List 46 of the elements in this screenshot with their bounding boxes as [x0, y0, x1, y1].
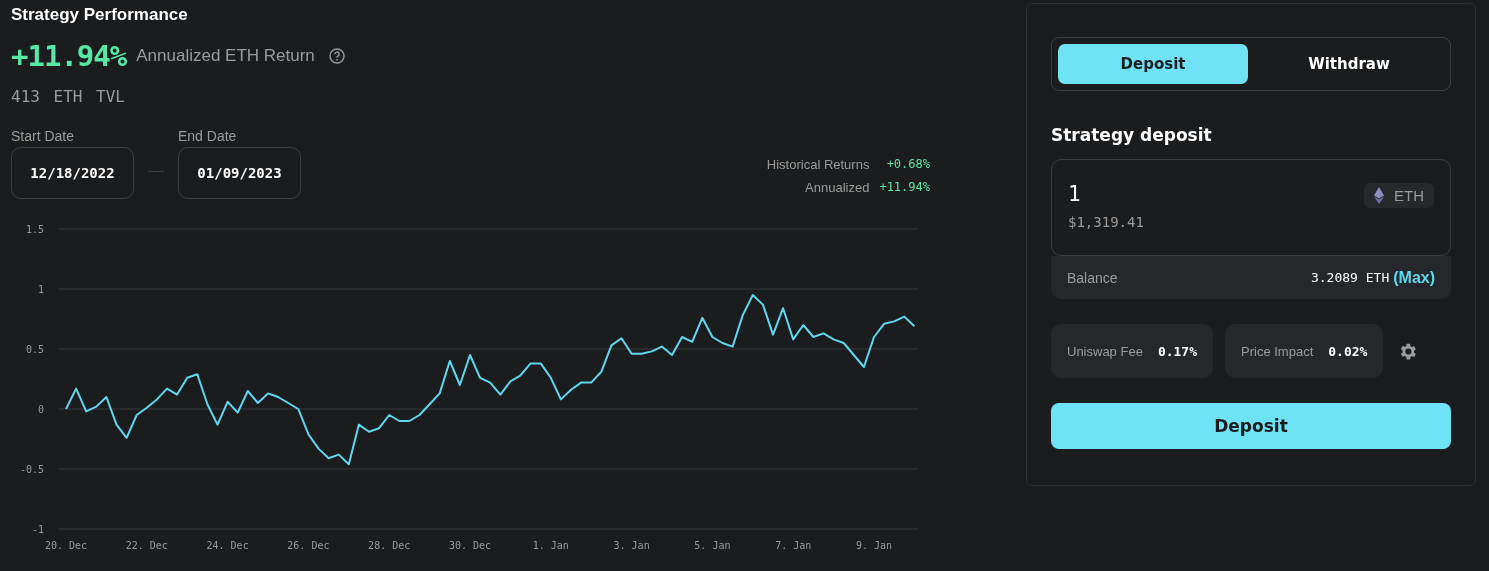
axis-label: 1.5: [25, 224, 44, 235]
axis-label: 30. Dec: [448, 540, 492, 551]
return-label: Annualized ETH Return: [136, 46, 315, 66]
axis-label: 9. Jan: [855, 540, 893, 551]
axis-label: 20. Dec: [44, 540, 88, 551]
axis-label: 26. Dec: [287, 540, 330, 551]
axis-label: 24. Dec: [206, 540, 249, 551]
tab[interactable]: Withdraw: [1254, 44, 1444, 84]
balance-value: 3.2089 ETH: [1310, 270, 1390, 285]
date-field[interactable]: 12/18/2022: [11, 147, 134, 199]
axis-label: -1: [31, 524, 44, 535]
date-label: Start Date: [11, 128, 76, 144]
fee-value: 0.02%: [1328, 343, 1368, 359]
fee-label: Uniswap Fee: [1067, 343, 1143, 359]
ethereum-icon: [1374, 187, 1384, 204]
date-field[interactable]: 01/09/2023: [178, 147, 301, 199]
fee-value: 0.17%: [1157, 343, 1197, 359]
usd-value: $1,319.41: [1068, 214, 1144, 230]
returns-label: Historical Returns: [766, 157, 870, 172]
returns-label: Annualized: [804, 180, 870, 195]
help-icon[interactable]: [328, 48, 345, 64]
axis-label: 7. Jan: [775, 540, 812, 551]
axis-label: 0.5: [25, 344, 44, 355]
max-link[interactable]: (Max): [1393, 268, 1435, 287]
returns-value: +0.68%: [885, 157, 930, 172]
axis-label: 0: [37, 404, 44, 415]
section-title: Strategy Performance: [11, 5, 189, 25]
axis-label: 28. Dec: [368, 540, 411, 551]
fee-label: Price Impact: [1241, 343, 1314, 359]
axis-label: 1: [37, 284, 44, 295]
date-label: End Date: [178, 128, 238, 144]
balance-label: Balance: [1067, 269, 1118, 286]
axis-label: 1. Jan: [532, 540, 569, 551]
section-title: Strategy deposit: [1051, 125, 1213, 145]
deposit-button[interactable]: Deposit: [1051, 403, 1451, 449]
returns-value: +11.94%: [879, 180, 930, 195]
axis-label: 5. Jan: [694, 540, 731, 551]
axis-label: 3. Jan: [613, 540, 650, 551]
token-chip[interactable]: ETH: [1364, 183, 1434, 208]
axis-label: -0.5: [19, 464, 44, 475]
axis-label: 22. Dec: [125, 540, 168, 551]
amount-input[interactable]: 1: [1068, 182, 1128, 206]
return-value: +11.94%: [11, 39, 127, 73]
tab[interactable]: Deposit: [1058, 44, 1248, 84]
tvl-text: 413 ETH TVL: [11, 87, 126, 106]
token-label: ETH: [1394, 187, 1424, 204]
